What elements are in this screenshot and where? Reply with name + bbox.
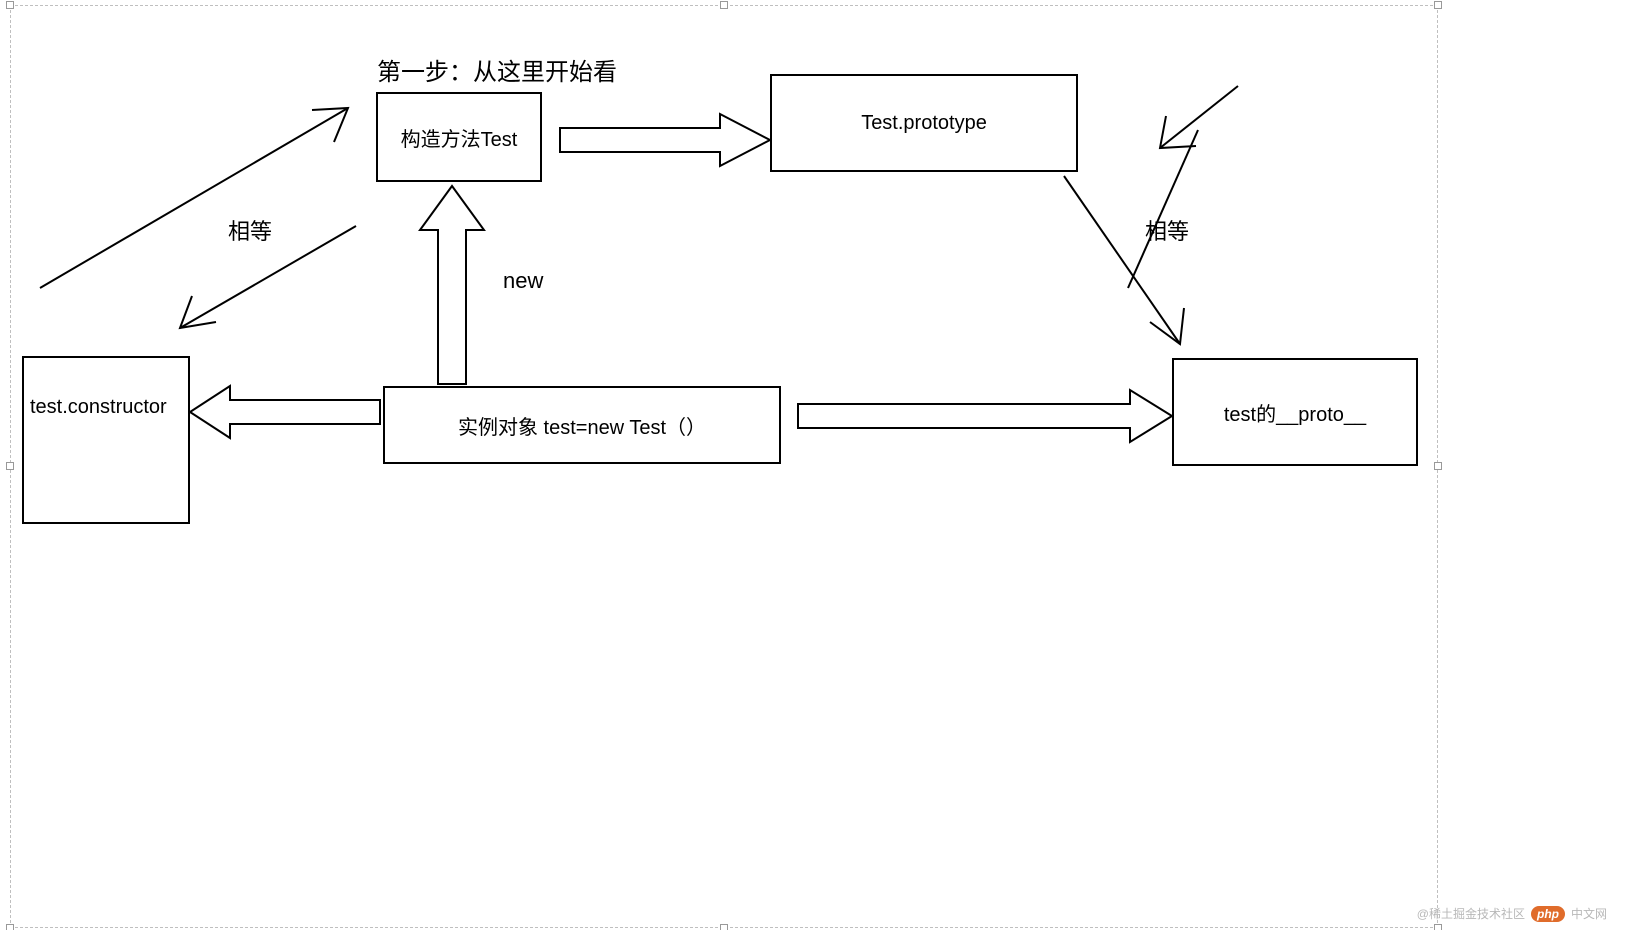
- box-instance-constructor: test.constructor: [22, 356, 190, 524]
- box-instance-proto-label: test的__proto__: [1224, 398, 1366, 427]
- box-instance: 实例对象 test=new Test（）: [383, 386, 781, 464]
- watermark-badge: php: [1531, 906, 1565, 922]
- edge-label-new: new: [503, 268, 543, 294]
- box-prototype-label: Test.prototype: [861, 112, 987, 135]
- box-instance-constructor-label: test.constructor: [30, 396, 167, 419]
- canvas-frame: [10, 5, 1438, 928]
- resize-handle[interactable]: [1434, 924, 1442, 930]
- box-instance-proto: test的__proto__: [1172, 358, 1418, 466]
- edge-label-equal-right: 相等: [1145, 214, 1189, 246]
- resize-handle[interactable]: [1434, 462, 1442, 470]
- box-constructor-fn-label: 构造方法Test: [401, 123, 518, 152]
- resize-handle[interactable]: [1434, 1, 1442, 9]
- resize-handle[interactable]: [720, 1, 728, 9]
- edge-label-equal-left: 相等: [228, 214, 272, 246]
- resize-handle[interactable]: [6, 924, 14, 930]
- box-instance-label: 实例对象 test=new Test（）: [458, 411, 706, 440]
- watermark: @稀土掘金技术社区 php 中文网: [1417, 905, 1607, 922]
- resize-handle[interactable]: [6, 1, 14, 9]
- resize-handle[interactable]: [6, 462, 14, 470]
- resize-handle[interactable]: [720, 924, 728, 930]
- watermark-right: 中文网: [1571, 905, 1607, 922]
- step-title: 第一步：从这里开始看: [377, 52, 617, 87]
- watermark-left: @稀土掘金技术社区: [1417, 905, 1525, 922]
- box-constructor-fn: 构造方法Test: [376, 92, 542, 182]
- box-prototype: Test.prototype: [770, 74, 1078, 172]
